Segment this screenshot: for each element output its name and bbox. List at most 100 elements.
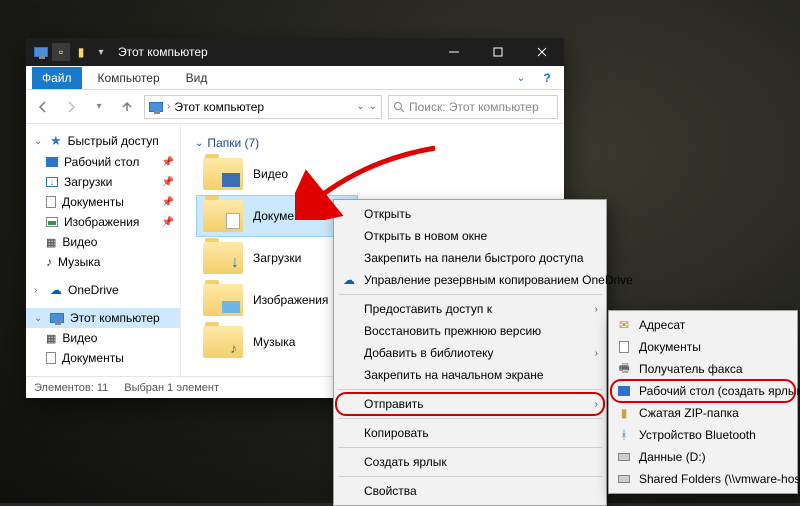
- nav-recent-dropdown[interactable]: ▾: [88, 96, 110, 118]
- separator: [338, 418, 602, 419]
- separator: [338, 294, 602, 295]
- group-header-folders[interactable]: ⌄ Папки (7): [189, 132, 556, 154]
- chevron-down-icon[interactable]: ⌄: [34, 313, 44, 324]
- folder-label: Видео: [253, 167, 288, 181]
- folder-label: Музыка: [253, 335, 295, 349]
- separator: [338, 447, 602, 448]
- ctx-label: Свойства: [364, 484, 417, 498]
- ctx-properties[interactable]: Свойства: [336, 480, 604, 502]
- chevron-right-icon[interactable]: ›: [167, 101, 170, 112]
- folder-icon: [203, 200, 243, 232]
- this-pc-icon: [149, 102, 163, 112]
- sub-documents[interactable]: Документы: [611, 336, 795, 358]
- ctx-restore-previous[interactable]: Восстановить прежнюю версию: [336, 320, 604, 342]
- ctx-send-to[interactable]: Отправить›: [336, 393, 604, 415]
- quick-access-folder-icon[interactable]: ▮: [72, 43, 90, 61]
- star-icon: ★: [50, 133, 62, 149]
- nav-onedrive[interactable]: › ☁ OneDrive: [26, 280, 180, 300]
- context-menu: Открыть Открыть в новом окне Закрепить н…: [333, 199, 607, 506]
- chevron-down-icon[interactable]: ⌄: [369, 101, 377, 112]
- breadcrumb[interactable]: › Этот компьютер ⌄ ⌄: [144, 95, 382, 119]
- nav-item-desktop[interactable]: Рабочий стол 📌: [26, 152, 180, 172]
- folder-icon: ↓: [203, 242, 243, 274]
- ctx-pin-start[interactable]: Закрепить на начальном экране: [336, 364, 604, 386]
- close-button[interactable]: [520, 38, 564, 66]
- nav-quick-access[interactable]: ⌄ ★ Быстрый доступ: [26, 130, 180, 152]
- ctx-label: Данные (D:): [639, 450, 706, 464]
- nav-item-downloads[interactable]: Загрузки 📌: [26, 172, 180, 192]
- ctx-label: Открыть: [364, 207, 411, 221]
- titlebar-dropdown-icon[interactable]: ▾: [92, 43, 110, 61]
- quick-access-props-icon[interactable]: ▫: [52, 43, 70, 61]
- ctx-onedrive-backup[interactable]: ☁ Управление резервным копированием OneD…: [336, 269, 604, 291]
- documents-icon: [46, 352, 56, 364]
- sub-drive-d[interactable]: Данные (D:): [611, 446, 795, 468]
- chevron-right-icon[interactable]: ›: [34, 285, 44, 296]
- nav-item-pictures[interactable]: Изображения 📌: [26, 212, 180, 232]
- separator: [338, 389, 602, 390]
- sub-desktop-shortcut[interactable]: Рабочий стол (создать ярлык): [611, 380, 795, 402]
- chevron-down-icon[interactable]: ⌄: [195, 138, 203, 149]
- sub-shared-folders-z[interactable]: Shared Folders (\\vmware-host) (Z:): [611, 468, 795, 490]
- ribbon-expand-icon[interactable]: ⌄: [510, 67, 532, 89]
- ctx-add-to-library[interactable]: Добавить в библиотеку›: [336, 342, 604, 364]
- chevron-right-icon: ›: [595, 304, 598, 315]
- search-icon: [393, 101, 405, 113]
- pin-icon: 📌: [162, 197, 174, 208]
- nav-item-music[interactable]: ♪ Музыка: [26, 252, 180, 272]
- folder-icon: [203, 284, 243, 316]
- nav-label: Рабочий стол: [64, 155, 139, 169]
- nav-pc-documents[interactable]: Документы: [26, 348, 180, 368]
- nav-forward-button[interactable]: [60, 96, 82, 118]
- nav-this-pc[interactable]: ⌄ Этот компьютер: [26, 308, 180, 328]
- cloud-icon: ☁: [50, 283, 62, 297]
- desktop-icon: [615, 382, 633, 400]
- tab-computer[interactable]: Компьютер: [88, 67, 170, 89]
- ctx-open-new-window[interactable]: Открыть в новом окне: [336, 225, 604, 247]
- nav-item-video[interactable]: ▦ Видео: [26, 232, 180, 252]
- folder-item-video[interactable]: Видео: [197, 154, 357, 194]
- nav-back-button[interactable]: [32, 96, 54, 118]
- sub-mail-recipient[interactable]: ✉ Адресат: [611, 314, 795, 336]
- network-drive-icon: [615, 470, 633, 488]
- chevron-right-icon: ›: [595, 348, 598, 359]
- nav-label: Видео: [62, 235, 97, 249]
- nav-label: Документы: [62, 195, 124, 209]
- folder-icon: [203, 158, 243, 190]
- sub-bluetooth[interactable]: ᚼ Устройство Bluetooth: [611, 424, 795, 446]
- ctx-pin-quick-access[interactable]: Закрепить на панели быстрого доступа: [336, 247, 604, 269]
- ctx-label: Сжатая ZIP-папка: [639, 406, 739, 420]
- ctx-label: Копировать: [364, 426, 429, 440]
- ctx-give-access[interactable]: Предоставить доступ к›: [336, 298, 604, 320]
- folder-label: Загрузки: [253, 251, 301, 265]
- nav-label: Этот компьютер: [70, 311, 160, 325]
- folder-label: Документы: [253, 209, 315, 223]
- nav-label: Быстрый доступ: [68, 134, 159, 148]
- ctx-open[interactable]: Открыть: [336, 203, 604, 225]
- sub-fax-recipient[interactable]: 🖷 Получатель факса: [611, 358, 795, 380]
- desktop-icon: [46, 157, 58, 167]
- help-icon[interactable]: ?: [536, 67, 558, 89]
- nav-pc-video[interactable]: ▦ Видео: [26, 328, 180, 348]
- ctx-copy[interactable]: Копировать: [336, 422, 604, 444]
- ctx-create-shortcut[interactable]: Создать ярлык: [336, 451, 604, 473]
- nav-up-button[interactable]: [116, 96, 138, 118]
- chevron-down-icon[interactable]: ⌄: [34, 136, 44, 147]
- pin-icon: 📌: [162, 157, 174, 168]
- chevron-down-icon[interactable]: ⌄: [356, 101, 364, 112]
- nav-label: Загрузки: [64, 175, 112, 189]
- sub-compressed-zip[interactable]: ▮ Сжатая ZIP-папка: [611, 402, 795, 424]
- window-title: Этот компьютер: [110, 45, 208, 59]
- status-selection: Выбран 1 элемент: [124, 382, 219, 394]
- breadcrumb-location[interactable]: Этот компьютер: [174, 100, 264, 114]
- nav-label: Документы: [62, 351, 124, 365]
- folder-icon: ♪: [203, 326, 243, 358]
- titlebar: ▫ ▮ ▾ Этот компьютер: [26, 38, 564, 66]
- tab-view[interactable]: Вид: [176, 67, 218, 89]
- nav-item-documents[interactable]: Документы 📌: [26, 192, 180, 212]
- maximize-button[interactable]: [476, 38, 520, 66]
- search-input[interactable]: Поиск: Этот компьютер: [388, 95, 558, 119]
- nav-label: OneDrive: [68, 283, 119, 297]
- minimize-button[interactable]: [432, 38, 476, 66]
- tab-file[interactable]: Файл: [32, 67, 82, 89]
